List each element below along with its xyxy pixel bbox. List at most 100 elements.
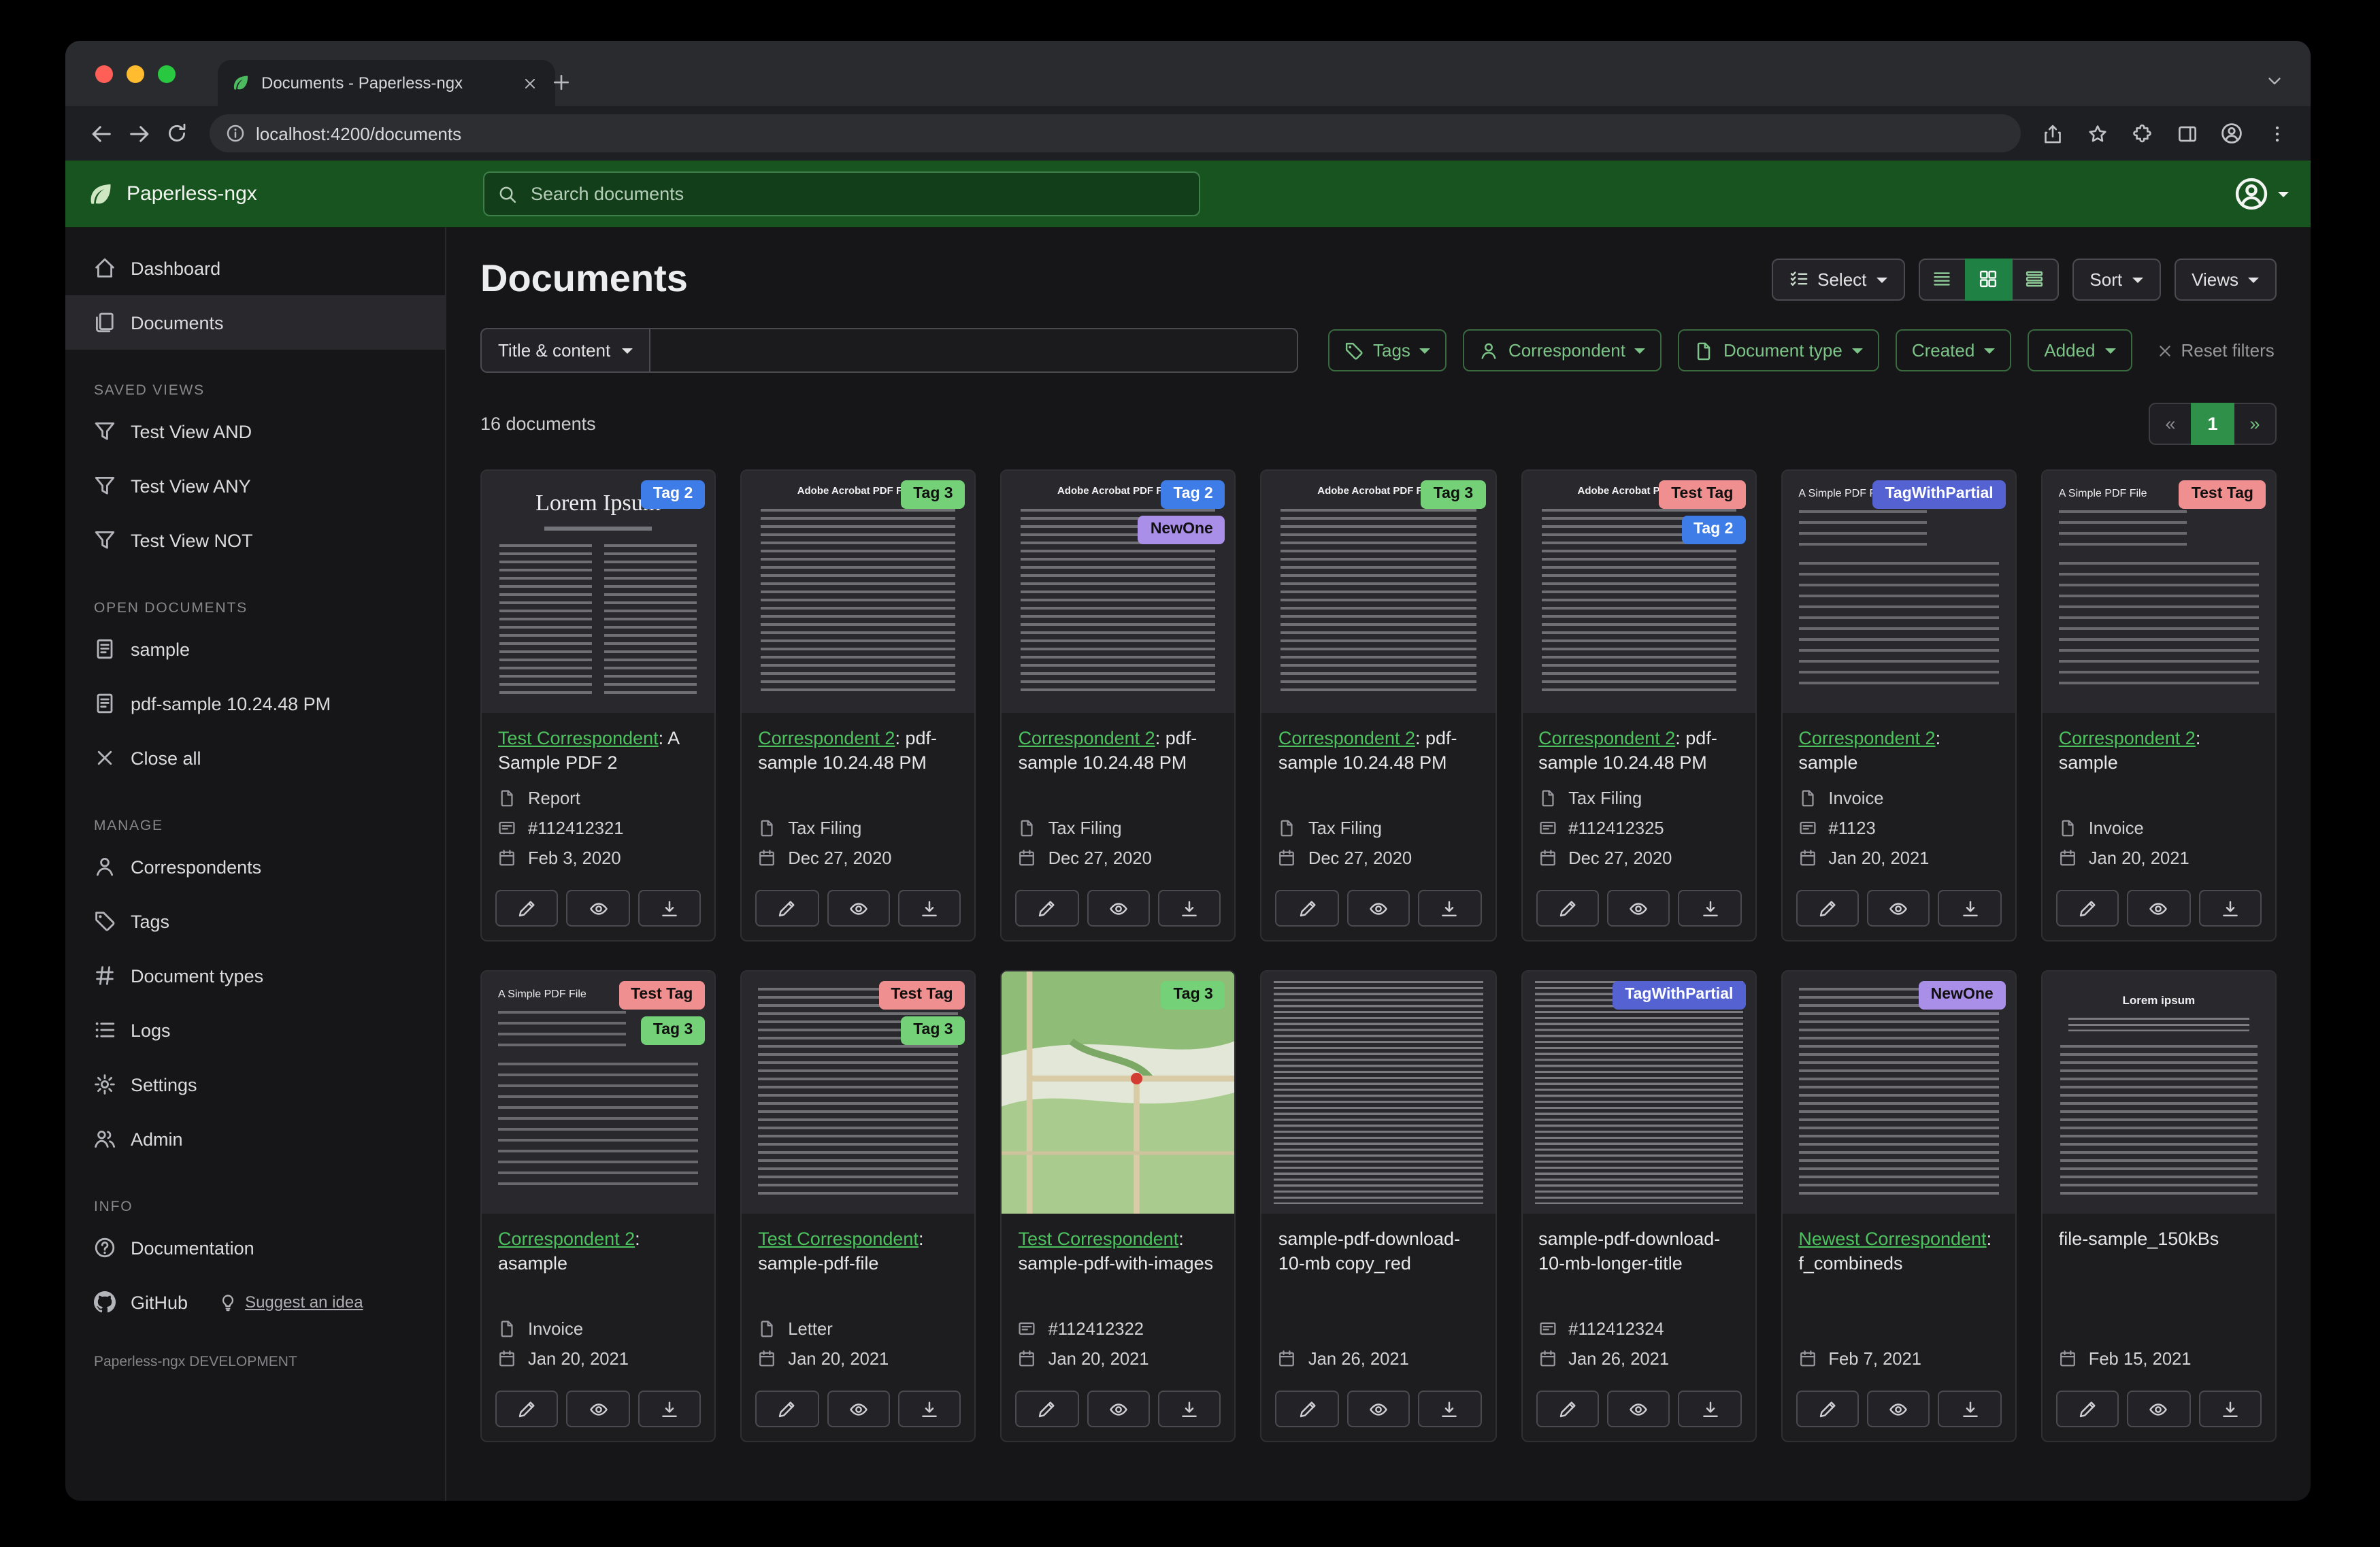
download-button[interactable] [1938,890,2002,927]
document-title[interactable]: Correspondent 2: asample [498,1227,698,1276]
tag-badge[interactable]: TagWithPartial [1872,480,2006,509]
correspondent-link[interactable]: Test Correspondent [498,728,659,748]
document-thumbnail[interactable]: Adobe Acrobat PDF Files Tag 3 [742,471,975,713]
document-card[interactable]: A Simple PDF File TagWithPartial Correspon… [1781,469,2017,942]
document-title[interactable]: Correspondent 2: pdf-sample 10.24.48 PM [1019,727,1219,775]
download-button[interactable] [1678,1391,1742,1427]
document-title[interactable]: Test Correspondent: sample-pdf-file [758,1227,958,1276]
document-title[interactable]: sample-pdf-download-10-mb copy_red [1278,1227,1478,1276]
zoom-window-button[interactable] [158,65,176,82]
edit-button[interactable] [1796,1391,1860,1427]
browser-menu-icon[interactable] [2259,116,2294,151]
document-title[interactable]: Correspondent 2: pdf-sample 10.24.48 PM [1538,727,1738,775]
document-title[interactable]: sample-pdf-download-10-mb-longer-title [1538,1227,1738,1276]
filter-document-type-button[interactable]: Document type [1678,329,1879,371]
download-button[interactable] [1418,1391,1482,1427]
edit-button[interactable] [1015,1391,1079,1427]
tab-search-chevron-icon[interactable] [2259,65,2289,95]
site-info-icon[interactable] [226,124,245,143]
edit-button[interactable] [1015,890,1079,927]
bookmark-star-icon[interactable] [2079,116,2115,151]
document-card[interactable]: A Simple PDF File Test Tag Tag 3 Correspond… [480,970,716,1442]
correspondent-link[interactable]: Correspondent 2 [1798,728,1935,748]
new-tab-button[interactable] [544,65,577,98]
document-thumbnail[interactable]: NewOne [1782,971,2015,1214]
document-thumbnail[interactable]: Test Tag Tag 3 [742,971,975,1214]
correspondent-link[interactable]: Correspondent 2 [1538,728,1675,748]
download-button[interactable] [1678,890,1742,927]
document-card[interactable]: Lorem Ipsum Tag 2 Test Correspondent: A Sa… [480,469,716,942]
back-button[interactable] [82,114,120,152]
list-view-button[interactable] [1918,258,1966,300]
view-button[interactable] [1867,890,1930,927]
edit-button[interactable] [1275,1391,1339,1427]
correspondent-link[interactable]: Correspondent 2 [2059,728,2196,748]
detail-view-button[interactable] [2011,258,2059,300]
sidebar-item-sample[interactable]: sample [65,622,445,676]
browser-tab[interactable]: Documents - Paperless-ngx [218,60,555,106]
tab-close-icon[interactable] [517,71,542,95]
tag-badge[interactable]: Tag 2 [1681,515,1746,544]
document-thumbnail[interactable]: Adobe Acrobat PDF Files Tag 3 [1261,471,1495,713]
share-icon[interactable] [2034,116,2070,151]
pagination-next-button[interactable]: » [2233,403,2277,445]
close-window-button[interactable] [95,65,113,82]
view-button[interactable] [2127,1391,2191,1427]
view-button[interactable] [1606,890,1670,927]
user-menu[interactable] [2234,177,2289,211]
correspondent-link[interactable]: Correspondent 2 [1278,728,1415,748]
views-button[interactable]: Views [2174,258,2277,300]
select-button[interactable]: Select [1771,258,1905,300]
filter-correspondent-button[interactable]: Correspondent [1463,329,1662,371]
view-button[interactable] [1346,890,1410,927]
sidebar-item-close-all[interactable]: Close all [65,731,445,785]
edit-button[interactable] [755,890,819,927]
tag-badge[interactable]: Test Tag [1659,480,1746,509]
document-thumbnail[interactable] [1261,971,1495,1214]
document-thumbnail[interactable]: A Simple PDF File Test Tag Tag 3 [482,971,715,1214]
sidebar-item-test-view-not[interactable]: Test View NOT [65,513,445,567]
download-button[interactable] [2198,890,2262,927]
sidebar-item-correspondents[interactable]: Correspondents [65,839,445,894]
document-title[interactable]: Correspondent 2: sample [1798,727,1998,775]
filter-added-button[interactable]: Added [2028,329,2132,371]
document-thumbnail[interactable]: Adobe Acrobat PDF Files Tag 2 NewOne [1002,471,1235,713]
view-button[interactable] [2127,890,2191,927]
sidebar-item-documentation[interactable]: Documentation [65,1220,445,1275]
side-panel-icon[interactable] [2169,116,2204,151]
view-button[interactable] [827,890,890,927]
correspondent-link[interactable]: Newest Correspondent [1798,1229,1986,1249]
tag-badge[interactable]: Tag 3 [1161,981,1225,1010]
view-button[interactable] [1606,1391,1670,1427]
app-brand[interactable]: Paperless-ngx [87,180,445,207]
tag-badge[interactable]: Tag 3 [640,1016,706,1045]
reset-filters-button[interactable]: Reset filters [2149,339,2283,362]
download-button[interactable] [638,1391,701,1427]
edit-button[interactable] [1275,890,1339,927]
download-button[interactable] [1158,890,1221,927]
document-title[interactable]: Correspondent 2: sample [2059,727,2259,775]
tag-badge[interactable]: Tag 3 [901,1016,965,1045]
sidebar-item-github[interactable]: GitHub Suggest an idea [65,1275,445,1329]
sidebar-item-logs[interactable]: Logs [65,1003,445,1057]
download-button[interactable] [1938,1391,2002,1427]
document-card[interactable]: TagWithPartial sample-pdf-download-10-mb-… [1521,970,1757,1442]
extensions-puzzle-icon[interactable] [2124,116,2160,151]
document-thumbnail[interactable]: A Simple PDF File TagWithPartial [1782,471,2015,713]
document-title[interactable]: Correspondent 2: pdf-sample 10.24.48 PM [758,727,958,775]
edit-button[interactable] [495,890,559,927]
tag-badge[interactable]: Tag 2 [1161,480,1225,509]
document-title[interactable]: Correspondent 2: pdf-sample 10.24.48 PM [1278,727,1478,775]
suggest-idea-link[interactable]: Suggest an idea [219,1293,363,1312]
correspondent-link[interactable]: Test Correspondent [758,1229,919,1249]
document-card[interactable]: Adobe Acrobat PDF Files Tag 3 Corresponden… [1260,469,1497,942]
view-button[interactable] [1867,1391,1930,1427]
tag-badge[interactable]: NewOne [1138,515,1225,544]
correspondent-link[interactable]: Correspondent 2 [1019,728,1155,748]
document-thumbnail[interactable]: Adobe Acrobat PDF Files Test Tag Tag 2 [1522,471,1755,713]
edit-button[interactable] [495,1391,559,1427]
sidebar-item-tags[interactable]: Tags [65,894,445,948]
sort-button[interactable]: Sort [2072,258,2161,300]
document-card[interactable]: A Simple PDF File Test Tag Correspondent 2… [2040,469,2277,942]
tag-badge[interactable]: NewOne [1918,981,2006,1010]
